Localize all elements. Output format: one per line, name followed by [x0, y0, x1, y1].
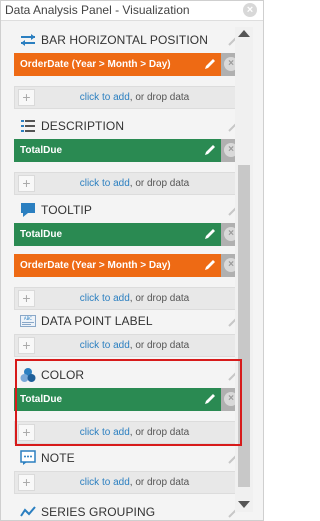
label-tag-icon-text: ABC: [24, 316, 32, 321]
section-header: DESCRIPTION: [10, 113, 245, 139]
drop-zone-hint: , or drop data: [129, 427, 190, 438]
vertical-scrollbar[interactable]: [235, 27, 253, 512]
drop-zone[interactable]: + click to add, or drop data: [14, 86, 241, 109]
section-label: COLOR: [41, 368, 85, 382]
drop-zone-text: click to add, or drop data: [15, 92, 240, 103]
drop-zone[interactable]: + click to add, or drop data: [14, 287, 241, 310]
section-label: DATA POINT LABEL: [41, 314, 153, 328]
section-note: NOTE + click to add, or drop data: [10, 445, 245, 494]
drop-zone-hint: , or drop data: [129, 340, 190, 351]
field-chip-label: TotalDue: [20, 229, 63, 240]
pencil-icon[interactable]: [203, 392, 217, 406]
pencil-icon[interactable]: [203, 258, 217, 272]
scrollbar-thumb[interactable]: [238, 165, 250, 487]
section-tooltip: TOOLTIP TotalDue × OrderDate (Year > Mon…: [10, 197, 245, 310]
close-icon[interactable]: ×: [243, 3, 257, 17]
panel-title: Data Analysis Panel - Visualization: [5, 3, 190, 17]
drop-zone-text: click to add, or drop data: [15, 178, 240, 189]
section-label: TOOLTIP: [41, 203, 92, 217]
drop-zone[interactable]: + click to add, or drop data: [14, 421, 241, 444]
section-label: NOTE: [41, 451, 75, 465]
color-circles-icon: [20, 368, 36, 382]
drop-zone[interactable]: + click to add, or drop data: [14, 471, 241, 494]
section-header: BAR HORIZONTAL POSITION: [10, 27, 245, 53]
drop-zone-hint: , or drop data: [129, 178, 190, 189]
click-to-add-link[interactable]: click to add: [80, 477, 130, 488]
section-header: TOOLTIP: [10, 197, 245, 223]
field-chip[interactable]: TotalDue ×: [14, 223, 241, 246]
field-chip[interactable]: TotalDue ×: [14, 139, 241, 162]
section-header: COLOR: [10, 362, 245, 388]
note-bubble-icon: [20, 450, 36, 465]
click-to-add-link[interactable]: click to add: [80, 178, 130, 189]
drop-zone-text: click to add, or drop data: [15, 427, 240, 438]
field-chip-label: TotalDue: [20, 145, 63, 156]
section-header: NOTE: [10, 445, 245, 471]
pencil-icon[interactable]: [203, 57, 217, 71]
drop-zone-text: click to add, or drop data: [15, 477, 240, 488]
field-chip-label: TotalDue: [20, 394, 63, 405]
drop-zone[interactable]: + click to add, or drop data: [14, 172, 241, 195]
click-to-add-link[interactable]: click to add: [80, 92, 130, 103]
field-chip[interactable]: OrderDate (Year > Month > Day) ×: [14, 53, 241, 76]
section-label: SERIES GROUPING: [41, 505, 156, 519]
section-description: DESCRIPTION TotalDue × + click to add, o…: [10, 113, 245, 195]
drop-zone-hint: , or drop data: [129, 92, 190, 103]
label-tag-icon: ABC: [20, 315, 36, 327]
drop-zone-text: click to add, or drop data: [15, 293, 240, 304]
section-data-point-label: ABC DATA POINT LABEL + click to add, or …: [10, 308, 245, 357]
field-chip[interactable]: TotalDue ×: [14, 388, 241, 411]
panel-titlebar: Data Analysis Panel - Visualization ×: [1, 1, 263, 21]
data-analysis-panel: Data Analysis Panel - Visualization × BA…: [0, 0, 264, 521]
section-color: COLOR TotalDue × + click to add, or drop…: [10, 362, 245, 444]
series-grouping-icon: [20, 506, 36, 517]
section-series-grouping: SERIES GROUPING: [10, 499, 245, 521]
panel-scroll-region[interactable]: BAR HORIZONTAL POSITION OrderDate (Year …: [10, 27, 245, 521]
drop-zone[interactable]: + click to add, or drop data: [14, 334, 241, 357]
click-to-add-link[interactable]: click to add: [80, 340, 130, 351]
field-chip-label: OrderDate (Year > Month > Day): [20, 260, 171, 271]
click-to-add-link[interactable]: click to add: [80, 427, 130, 438]
section-header: ABC DATA POINT LABEL: [10, 308, 245, 334]
list-icon: [21, 120, 35, 132]
drop-zone-hint: , or drop data: [129, 477, 190, 488]
speech-bubble-icon: [21, 203, 35, 217]
scroll-down-arrow-icon[interactable]: [238, 501, 250, 508]
pencil-icon[interactable]: [203, 143, 217, 157]
section-bar-horizontal-position: BAR HORIZONTAL POSITION OrderDate (Year …: [10, 27, 245, 109]
drop-zone-hint: , or drop data: [129, 293, 190, 304]
click-to-add-link[interactable]: click to add: [80, 293, 130, 304]
scroll-up-arrow-icon[interactable]: [238, 30, 250, 37]
section-header: SERIES GROUPING: [10, 499, 245, 521]
pencil-icon[interactable]: [203, 227, 217, 241]
section-label: BAR HORIZONTAL POSITION: [41, 33, 208, 47]
field-chip-label: OrderDate (Year > Month > Day): [20, 59, 171, 70]
field-chip[interactable]: OrderDate (Year > Month > Day) ×: [14, 254, 241, 277]
drop-zone-text: click to add, or drop data: [15, 340, 240, 351]
horizontal-arrows-icon: [21, 34, 35, 46]
section-label: DESCRIPTION: [41, 119, 125, 133]
